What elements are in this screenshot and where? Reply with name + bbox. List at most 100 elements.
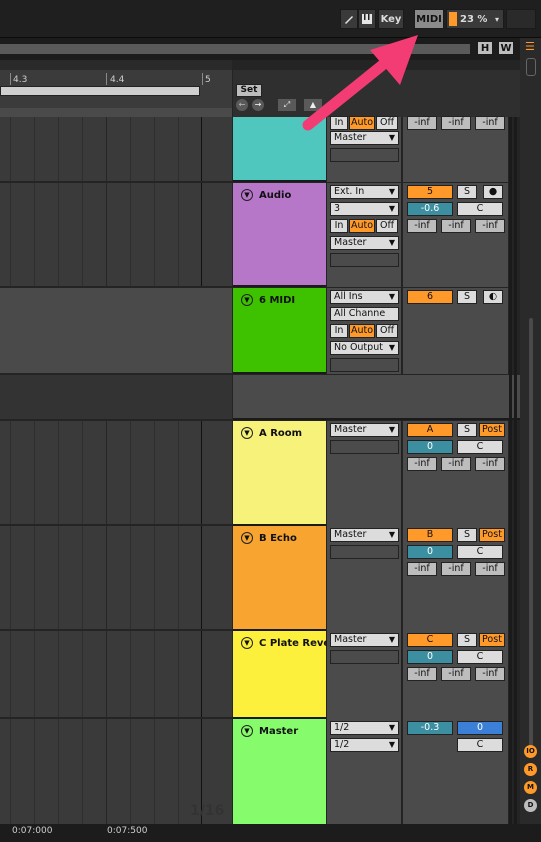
expand-icon[interactable]: ⤢ xyxy=(278,99,296,111)
monitor-auto-button[interactable]: Auto xyxy=(349,324,375,338)
output-select[interactable]: No Output ▼ xyxy=(330,341,399,355)
track-name[interactable]: A Room xyxy=(259,428,302,439)
track-header-b-echo[interactable]: ▼ B Echo xyxy=(233,526,326,631)
input-channel-select[interactable]: 3 ▼ xyxy=(330,202,399,216)
track-name[interactable]: Audio xyxy=(259,190,291,201)
fit-height-button[interactable]: H xyxy=(477,41,493,55)
send-b-value[interactable]: -inf xyxy=(441,562,471,576)
drop-area[interactable] xyxy=(233,375,520,420)
io-toggle-button[interactable]: IO xyxy=(524,745,537,758)
send-b-value[interactable]: -inf xyxy=(441,667,471,681)
arm-record-icon[interactable]: ● xyxy=(483,185,503,199)
monitor-off-button[interactable]: Off xyxy=(376,219,398,233)
track-name[interactable]: 6 MIDI xyxy=(259,295,295,306)
arm-record-icon[interactable]: ◐ xyxy=(483,290,503,304)
send-b-value[interactable]: -inf xyxy=(441,457,471,471)
track-header-a-room[interactable]: ▼ A Room xyxy=(233,421,326,526)
master-volume-value[interactable]: -0.3 xyxy=(407,721,453,735)
arrangement-grid[interactable]: 1/16 xyxy=(0,117,232,824)
master-out-select[interactable]: 1/2 ▼ xyxy=(330,738,399,752)
cpu-meter[interactable]: 23 % ▾ xyxy=(446,9,504,29)
pan-value[interactable]: C xyxy=(457,202,503,216)
track-header-c-plate[interactable]: ▼ C Plate Rever xyxy=(233,631,335,719)
pan-value[interactable]: C xyxy=(457,545,503,559)
time-ruler[interactable] xyxy=(0,824,541,842)
send-c-value[interactable]: -inf xyxy=(475,219,505,233)
delay-toggle-button[interactable]: D xyxy=(524,799,537,812)
monitor-in-button[interactable]: In xyxy=(330,219,348,233)
post-fader-button[interactable]: Post xyxy=(479,423,505,437)
set-locator-button[interactable]: Set xyxy=(236,84,262,97)
fold-chevron-icon[interactable]: ▼ xyxy=(241,294,253,306)
send-c-value[interactable]: -inf xyxy=(475,667,505,681)
return-letter-button[interactable]: C xyxy=(407,633,453,647)
track-name[interactable]: B Echo xyxy=(259,533,297,544)
volume-value[interactable]: -0.6 xyxy=(407,202,453,216)
volume-value[interactable]: 0 xyxy=(407,650,453,664)
send-a-value[interactable]: -inf xyxy=(407,219,437,233)
previous-locator-icon[interactable]: ← xyxy=(236,99,248,111)
menu-icon[interactable]: ☰ xyxy=(525,40,537,54)
fold-chevron-icon[interactable]: ▼ xyxy=(241,725,253,737)
returns-toggle-button[interactable]: R xyxy=(524,763,537,776)
post-fader-button[interactable]: Post xyxy=(479,633,505,647)
fold-chevron-icon[interactable]: ▼ xyxy=(241,427,253,439)
solo-button[interactable]: S xyxy=(457,423,477,437)
track-name[interactable]: C Plate Rever xyxy=(259,638,335,649)
send-c-value[interactable]: -inf xyxy=(475,562,505,576)
pan-value[interactable]: C xyxy=(457,738,503,752)
next-locator-icon[interactable]: → xyxy=(252,99,264,111)
track-header-master[interactable]: ▼ Master xyxy=(233,719,326,824)
send-c-value[interactable]: -inf xyxy=(475,457,505,471)
output-select[interactable]: Master ▼ xyxy=(330,528,399,542)
monitor-in-button[interactable]: In xyxy=(330,324,348,338)
send-a-value[interactable]: -inf xyxy=(407,667,437,681)
mixer-toggle-button[interactable]: M xyxy=(524,781,537,794)
input-type-select[interactable]: All Ins ▼ xyxy=(330,290,399,304)
output-select[interactable]: Master ▼ xyxy=(330,633,399,647)
send-b-value[interactable]: -inf xyxy=(441,219,471,233)
monitor-off-button[interactable]: Off xyxy=(376,324,398,338)
cue-volume-value[interactable]: 0 xyxy=(457,721,503,735)
volume-value[interactable]: 0 xyxy=(407,545,453,559)
input-channel-select[interactable]: All Channe xyxy=(330,307,399,321)
vertical-scrollbar[interactable] xyxy=(529,318,533,748)
send-a-value[interactable]: -inf xyxy=(407,457,437,471)
send-c-value[interactable]: -inf xyxy=(475,116,505,130)
track-number-button[interactable]: 6 xyxy=(407,290,453,304)
fold-chevron-icon[interactable]: ▼ xyxy=(241,532,253,544)
output-channel-select[interactable] xyxy=(330,440,399,454)
output-channel-select[interactable] xyxy=(330,650,399,664)
output-channel-select[interactable] xyxy=(330,545,399,559)
output-channel-select[interactable] xyxy=(330,148,399,162)
midi-track-lane[interactable] xyxy=(0,287,232,374)
solo-button[interactable]: S xyxy=(457,633,477,647)
pan-value[interactable]: C xyxy=(457,440,503,454)
solo-button[interactable]: S xyxy=(457,528,477,542)
monitor-auto-button[interactable]: Auto xyxy=(349,219,375,233)
scroll-handle[interactable] xyxy=(526,58,536,76)
fold-chevron-icon[interactable]: ▼ xyxy=(241,637,253,649)
send-a-value[interactable]: -inf xyxy=(407,562,437,576)
volume-value[interactable]: 0 xyxy=(407,440,453,454)
input-type-select[interactable]: Ext. In ▼ xyxy=(330,185,399,199)
track-number-button[interactable]: 5 xyxy=(407,185,453,199)
output-channel-select[interactable] xyxy=(330,358,399,372)
output-select[interactable]: Master ▼ xyxy=(330,423,399,437)
send-b-value[interactable]: -inf xyxy=(441,116,471,130)
return-letter-button[interactable]: B xyxy=(407,528,453,542)
return-letter-button[interactable]: A xyxy=(407,423,453,437)
output-select[interactable]: Master ▼ xyxy=(330,236,399,250)
cue-out-select[interactable]: 1/2 ▼ xyxy=(330,721,399,735)
solo-button[interactable]: S xyxy=(457,185,477,199)
loop-brace[interactable] xyxy=(0,86,200,96)
track-header-midi[interactable]: ▼ 6 MIDI xyxy=(233,288,326,374)
solo-button[interactable]: S xyxy=(457,290,477,304)
fold-chevron-icon[interactable]: ▼ xyxy=(241,189,253,201)
fit-width-button[interactable]: W xyxy=(498,41,514,55)
pan-value[interactable]: C xyxy=(457,650,503,664)
quantize-grid-label[interactable]: 1/16 xyxy=(190,803,224,819)
output-channel-select[interactable] xyxy=(330,253,399,267)
track-header-audio[interactable]: ▼ Audio xyxy=(233,183,326,287)
post-fader-button[interactable]: Post xyxy=(479,528,505,542)
